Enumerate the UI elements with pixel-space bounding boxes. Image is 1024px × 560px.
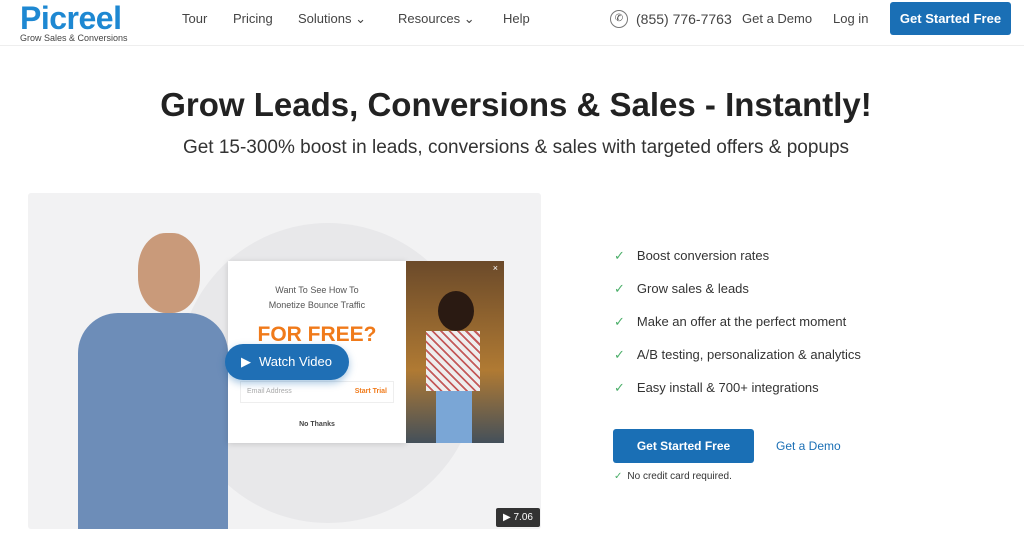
start-trial: Start Trial [354,388,387,395]
play-icon: ▶ [503,512,514,523]
man-photo [68,233,228,529]
phone-icon: ✆ [610,10,628,28]
play-icon: ▶ [241,354,251,369]
watch-video-button[interactable]: ▶ Watch Video [225,344,349,380]
nav-resources[interactable]: Resources ⌄ [398,11,475,27]
no-thanks: No Thanks [299,421,335,428]
feature-item: ✓ A/B testing, personalization & analytic… [614,347,861,363]
chevron-down-icon: ⌄ [463,11,475,26]
site-header: Picreel Grow Sales & Conversions Tour Pr… [0,0,1024,46]
hero-title: Grow Leads, Conversions & Sales - Instan… [160,86,872,123]
nav-help[interactable]: Help [503,11,530,26]
nav-login[interactable]: Log in [833,11,868,26]
close-icon: × [492,263,498,273]
logo-tagline: Grow Sales & Conversions [20,33,128,43]
video-duration: ▶ 7.06 [496,508,540,527]
header-get-started-button[interactable]: Get Started Free [890,2,1011,35]
feature-label: A/B testing, personalization & analytics [636,347,861,362]
watch-video-label: Watch Video [259,354,332,369]
popup-line-1: Want To See How To [275,285,359,295]
feature-label: Make an offer at the perfect moment [636,314,847,329]
check-icon: ✓ [614,347,625,362]
feature-label: Grow sales & leads [636,281,749,296]
no-credit-card-note: ✓ No credit card required. [614,471,732,482]
feature-item: ✓ Make an offer at the perfect moment [614,314,846,330]
check-icon: ✓ [614,380,625,395]
note-label: No credit card required. [627,471,732,482]
check-icon: ✓ [614,471,623,482]
feature-label: Boost conversion rates [636,248,770,263]
duration-label: 7.06 [513,512,533,523]
feature-item: ✓ Boost conversion rates [614,248,769,264]
feature-label: Easy install & 700+ integrations [636,380,819,395]
feature-item: ✓ Easy install & 700+ integrations [614,380,819,396]
popup-line-2: Monetize Bounce Traffic [268,300,366,310]
nav-solutions[interactable]: Solutions ⌄ [298,11,366,27]
get-started-button[interactable]: Get Started Free [613,429,754,463]
get-demo-link[interactable]: Get a Demo [776,439,841,453]
nav-tour[interactable]: Tour [182,11,207,26]
nav-solutions-label: Solutions [298,11,352,26]
nav-pricing[interactable]: Pricing [233,11,273,26]
check-icon: ✓ [614,248,625,263]
email-placeholder: Email Address [247,388,292,395]
check-icon: ✓ [614,314,625,329]
chevron-down-icon: ⌄ [355,11,367,26]
phone-number[interactable]: (855) 776-7763 [636,11,732,27]
check-icon: ✓ [614,281,625,296]
nav-resources-label: Resources [398,11,461,26]
feature-item: ✓ Grow sales & leads [614,281,749,297]
nav-get-demo[interactable]: Get a Demo [742,11,812,26]
woman-photo: × [406,261,504,443]
popup-email-field: Email Address Start Trial [240,381,394,403]
hero-subtitle: Get 15-300% boost in leads, conversions … [182,137,850,158]
video-player[interactable]: Want To See How To Monetize Bounce Traffi… [28,193,541,529]
logo[interactable]: Picreel [20,0,122,36]
